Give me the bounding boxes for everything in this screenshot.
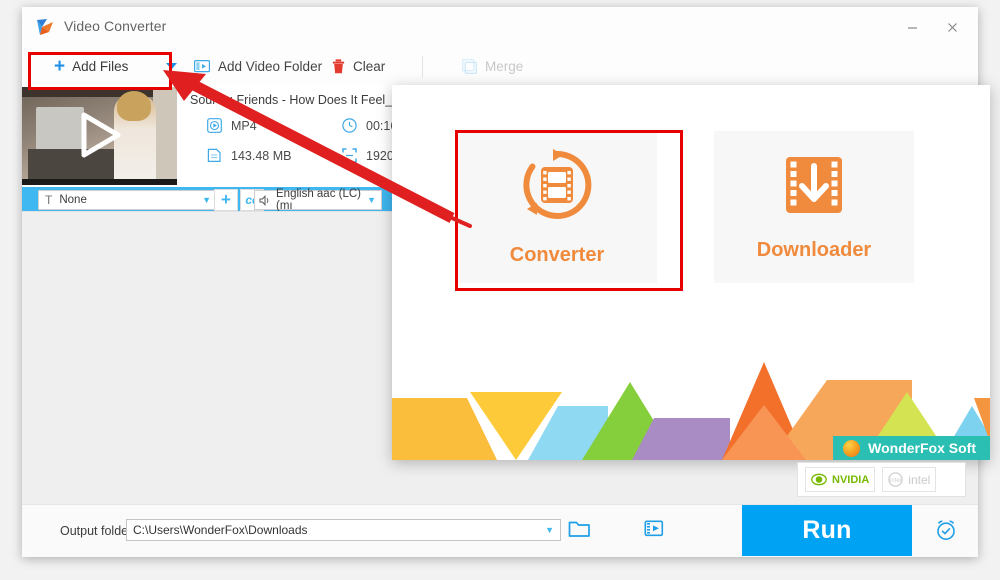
nvidia-eye-icon [811,473,827,486]
caret-down-icon[interactable]: ▼ [545,525,554,535]
wonderfox-watermark: WonderFox Soft [833,436,990,460]
main-toolbar: + Add Files Add Video Folder Clear Merge [22,47,978,86]
caret-down-icon [166,63,177,70]
clear-button[interactable]: Clear [332,47,385,85]
file-size-cell: 143.48 MB [207,148,291,163]
preview-button[interactable] [644,519,666,544]
converter-mode-label: Converter [509,244,605,266]
audio-track-select[interactable]: English aac (LC) (mı ▼ [254,188,382,212]
caret-down-icon: ▼ [202,195,211,205]
output-folder-label: Output folder: [60,524,136,538]
output-folder-value: C:\Users\WonderFox\Downloads [133,523,308,537]
output-folder-input[interactable]: C:\Users\WonderFox\Downloads ▼ [126,519,561,541]
add-files-label: Add Files [72,58,129,74]
thumb-bottom-strip [22,179,177,185]
video-preview-icon [644,520,664,537]
folder-open-icon [568,521,590,537]
add-video-folder-button[interactable]: Add Video Folder [194,47,322,85]
add-files-button[interactable]: + Add Files [54,47,128,85]
intel-circle-icon: intel [888,472,904,487]
document-icon [207,148,222,163]
close-button[interactable] [932,7,972,47]
intel-label: intel [908,472,931,487]
toolbar-divider [422,56,423,78]
downloader-film-arrow-down-icon [781,152,847,223]
downloader-mode-label: Downloader [756,239,872,261]
wonderfox-play-logo-icon [36,18,55,36]
file-size-value: 143.48 MB [231,148,292,163]
window-title: Video Converter [64,18,167,34]
clock-icon [342,118,357,133]
minimize-button[interactable] [892,7,932,47]
subtitle-select[interactable]: T None ▼ [38,190,217,210]
file-source-row: Source: Friends - How Does It Feel_.mp4 [190,93,420,107]
wonderfox-watermark-text: WonderFox Soft [868,440,976,456]
file-format-value: MP4 [231,118,257,133]
svg-text:intel: intel [890,478,901,484]
folder-video-icon [194,59,210,73]
downloader-mode-card[interactable]: Downloader [714,131,914,283]
speaker-icon [259,194,273,206]
video-thumbnail[interactable] [22,87,177,179]
resolution-icon [342,148,357,163]
plus-icon: + [221,190,231,209]
minimize-icon [907,26,917,29]
converter-film-circular-arrow-icon [519,147,595,228]
nvidia-label: NVIDIA [832,473,870,486]
subtitle-value: None [59,194,87,206]
audio-track-value: English aac (LC) (mı [276,188,362,212]
file-source-label: Source: Friends - How Does It Feel_.mp4 [190,93,420,107]
file-format-cell: MP4 [207,118,257,133]
schedule-button[interactable] [934,518,958,547]
plus-icon: + [54,55,66,77]
clear-label: Clear [353,58,386,74]
converter-mode-card[interactable]: Converter [457,131,657,283]
open-folder-button[interactable] [568,519,592,544]
play-triangle-icon[interactable] [72,109,128,161]
trash-icon [332,58,345,74]
merge-squares-icon [462,58,477,74]
merge-label: Merge [485,58,524,74]
gpu-acceleration-box: NVIDIA intel intel [797,462,966,497]
run-label: Run [802,516,852,544]
nvidia-badge[interactable]: NVIDIA [805,467,876,492]
screenshot-root: Video Converter + Add Files Add Video Fo… [0,0,1000,580]
title-bar: Video Converter [22,7,978,48]
intel-badge[interactable]: intel intel [882,467,937,492]
add-video-folder-label: Add Video Folder [218,58,323,74]
run-button[interactable]: Run [742,505,912,556]
add-subtitle-button[interactable]: + [214,189,238,211]
add-files-dropdown-button[interactable] [166,47,177,85]
close-icon [947,22,957,32]
mode-chooser-popup: Converter Downloader WonderFox Soft [392,85,990,460]
bottom-bar: Output folder: C:\Users\WonderFox\Downlo… [22,504,978,557]
wonderfox-flame-icon [843,439,861,457]
merge-button[interactable]: Merge [462,47,523,85]
alarm-clock-icon [937,520,955,540]
video-file-icon [207,118,222,133]
thumb-scene-wall [153,87,177,179]
caret-down-icon: ▼ [367,195,376,205]
text-T-icon: T [45,193,53,207]
